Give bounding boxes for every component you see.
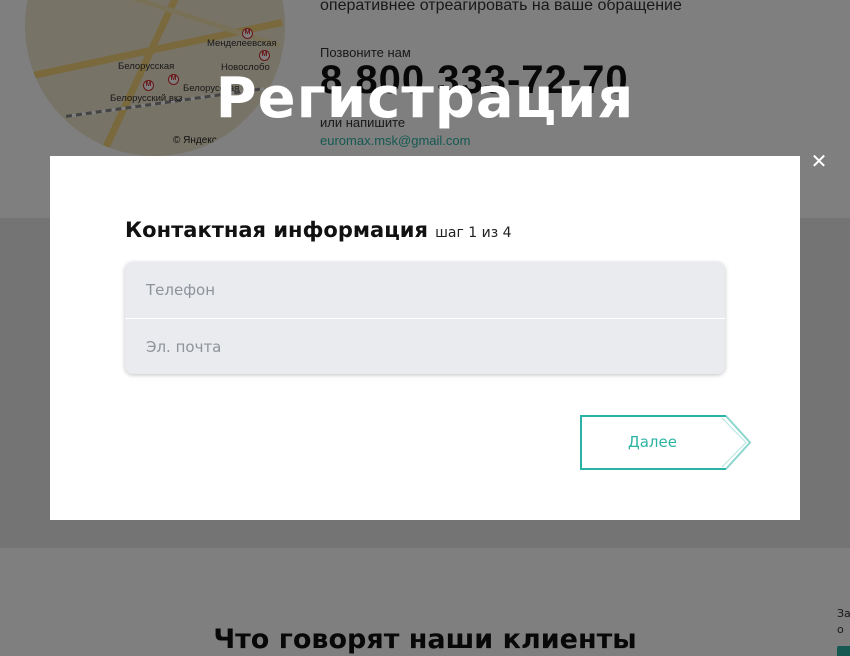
email-field[interactable]	[125, 319, 725, 374]
step-heading: Контактная информация шаг 1 из 4	[125, 218, 512, 242]
step-counter: шаг 1 из 4	[435, 225, 512, 241]
phone-field[interactable]	[125, 262, 725, 318]
close-icon[interactable]: ✕	[810, 150, 828, 172]
step-title: Контактная информация	[125, 218, 428, 242]
next-button[interactable]: Далее	[580, 415, 752, 470]
modal-title: Регистрация	[215, 66, 635, 131]
next-button-label: Далее	[628, 433, 677, 451]
contact-fields	[125, 262, 725, 374]
registration-modal: Контактная информация шаг 1 из 4 Далее	[50, 156, 800, 520]
